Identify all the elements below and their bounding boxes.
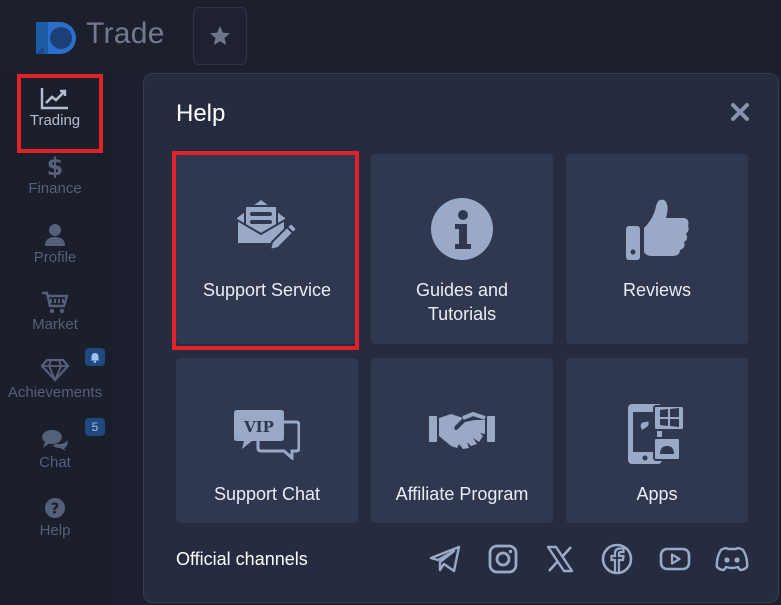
- tile-affiliate-program[interactable]: Affiliate Program: [371, 358, 553, 523]
- chat-count-badge: 5: [85, 418, 105, 436]
- telegram-icon: [429, 545, 461, 573]
- instagram-link[interactable]: [486, 542, 520, 576]
- help-modal: Help Support Service Guides and Tutorial…: [143, 73, 779, 603]
- facebook-icon: [601, 543, 633, 575]
- vip-chat-icon: VIP: [234, 410, 300, 460]
- info-icon: [431, 198, 493, 260]
- instagram-icon: [488, 544, 518, 574]
- svg-text:?: ?: [51, 500, 60, 518]
- tile-apps[interactable]: Apps: [566, 358, 748, 523]
- tile-reviews[interactable]: Reviews: [566, 154, 748, 344]
- close-icon: [731, 103, 749, 121]
- bell-icon: [90, 352, 100, 363]
- tile-support-service[interactable]: Support Service: [176, 154, 358, 344]
- sidebar-item-label: Help: [39, 522, 71, 539]
- tile-label: Support Service: [202, 280, 332, 300]
- sidebar-item-trading[interactable]: Trading: [0, 86, 110, 129]
- sidebar-item-label: Achievements: [7, 384, 103, 401]
- youtube-icon: [659, 547, 691, 571]
- modal-title: Help: [176, 100, 226, 127]
- vip-text: VIP: [243, 418, 274, 436]
- discord-icon: [715, 547, 749, 572]
- sidebar-item-label: Finance: [28, 180, 82, 197]
- dollar-icon: $: [47, 154, 64, 178]
- tile-guides-tutorials[interactable]: Guides and Tutorials: [371, 154, 553, 344]
- user-icon: [45, 224, 65, 246]
- official-channels-label: Official channels: [176, 549, 308, 569]
- diamond-icon: [40, 358, 70, 382]
- tile-label: Support Chat: [213, 484, 321, 504]
- x-icon: [546, 545, 574, 573]
- sidebar-item-market[interactable]: Market: [0, 290, 110, 333]
- facebook-link[interactable]: [600, 542, 634, 576]
- logo-icon: [36, 22, 76, 54]
- chat-icon: [42, 430, 68, 451]
- star-icon: [210, 26, 230, 45]
- sidebar-item-label: Trading: [29, 112, 81, 129]
- tile-label: Reviews: [622, 280, 692, 300]
- question-icon: ?: [45, 498, 65, 518]
- devices-icon: [628, 404, 685, 464]
- tile-label: Guides and Tutorials: [415, 280, 509, 324]
- favorites-button[interactable]: [193, 7, 247, 65]
- thumbs-up-icon: [626, 199, 689, 260]
- top-bar: Trade: [0, 0, 781, 74]
- cart-icon: [42, 291, 69, 314]
- brand-name: Trade: [86, 17, 165, 50]
- sidebar-item-label: Chat: [39, 454, 71, 471]
- sidebar-item-label: Profile: [33, 249, 77, 266]
- sidebar-item-label: Market: [32, 316, 78, 333]
- envelope-edit-icon: [236, 200, 299, 252]
- sidebar-item-profile[interactable]: Profile: [0, 223, 110, 266]
- chart-line-icon: [40, 88, 68, 110]
- telegram-link[interactable]: [428, 542, 462, 576]
- notification-badge: [85, 348, 105, 366]
- tile-label: Affiliate Program: [395, 484, 529, 504]
- discord-link[interactable]: [715, 542, 749, 576]
- svg-text:$: $: [47, 154, 64, 178]
- sidebar-item-help[interactable]: ? Help: [0, 496, 110, 539]
- sidebar: Trading $ Finance Profile Market Achieve…: [0, 74, 112, 605]
- tile-support-chat[interactable]: VIP Support Chat: [176, 358, 358, 523]
- handshake-icon: [429, 411, 495, 449]
- x-link[interactable]: [543, 542, 577, 576]
- tile-label: Apps: [636, 484, 678, 504]
- youtube-link[interactable]: [658, 542, 692, 576]
- close-button[interactable]: [728, 100, 752, 124]
- sidebar-item-finance[interactable]: $ Finance: [0, 154, 110, 197]
